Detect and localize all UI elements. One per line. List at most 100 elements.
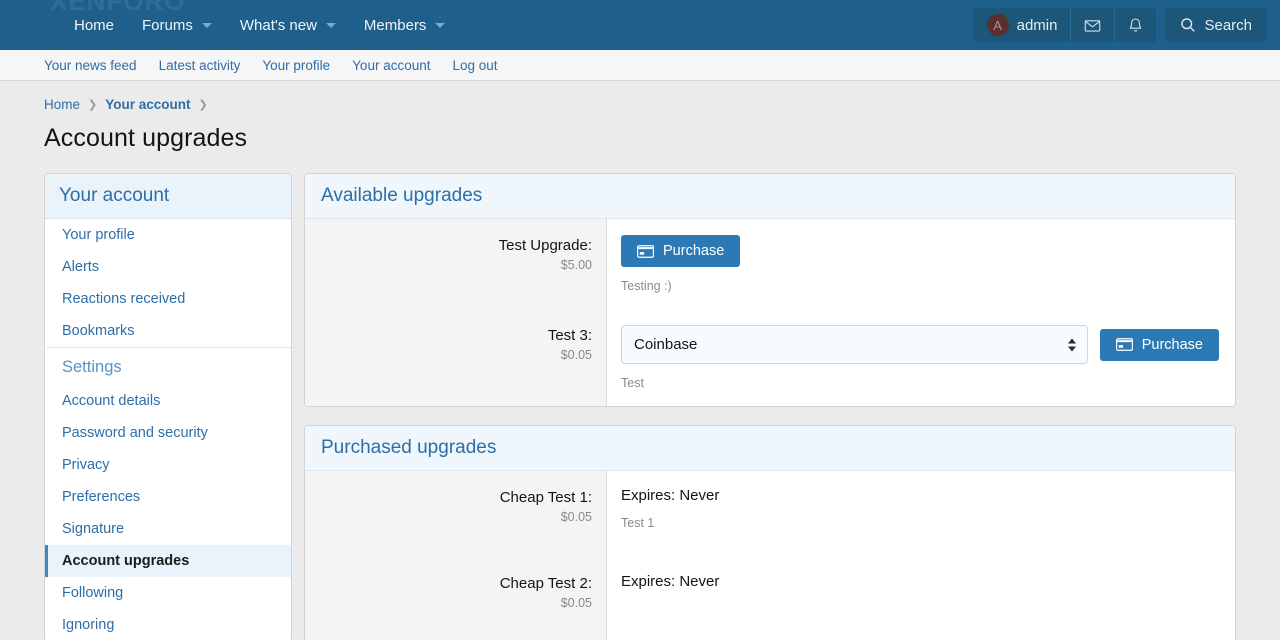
breadcrumb-item-home[interactable]: Home [44, 97, 80, 112]
sidebar-item-label: Reactions received [62, 291, 185, 307]
chevron-down-icon[interactable] [202, 23, 212, 28]
visitor-menu-group: A admin [974, 8, 1157, 42]
sidebar-item-label: Preferences [62, 489, 140, 505]
purchased-body-cell: Expires: Never Test 1 [607, 471, 1235, 546]
search-button[interactable]: Search [1166, 8, 1266, 42]
sidebar-item-your-profile[interactable]: Your profile [45, 219, 291, 251]
envelope-icon [1084, 17, 1101, 34]
purchased-price: $0.05 [315, 596, 592, 610]
sidebar-item-label: Ignoring [62, 617, 114, 633]
purchase-button-label: Purchase [1142, 337, 1203, 353]
credit-card-icon [1116, 338, 1133, 351]
sidebar-item-reactions-received[interactable]: Reactions received [45, 283, 291, 315]
page-title: Account upgrades [44, 124, 1236, 153]
upgrade-body-cell: Coinbase Purchase [607, 309, 1235, 406]
upgrade-price: $0.05 [315, 348, 592, 362]
purchased-name: Cheap Test 1: [315, 489, 592, 506]
username-label: admin [1017, 17, 1058, 34]
search-label: Search [1204, 17, 1252, 34]
upgrade-name: Test 3: [315, 327, 592, 344]
sidebar-item-label: Following [62, 585, 123, 601]
purchased-upgrades-title: Purchased upgrades [305, 426, 1235, 471]
sidebar-item-alerts[interactable]: Alerts [45, 251, 291, 283]
purchased-row-cheap-test-1: Cheap Test 1: $0.05 Expires: Never Test … [305, 471, 1235, 557]
payment-profile-select[interactable]: Coinbase [621, 325, 1088, 364]
sidebar-item-label: Bookmarks [62, 323, 135, 339]
upgrade-label-cell: Test Upgrade: $5.00 [305, 219, 607, 309]
sidebar-item-password-and-security[interactable]: Password and security [45, 417, 291, 449]
available-upgrades-panel: Available upgrades Test Upgrade: $5.00 P… [304, 173, 1236, 407]
sidebar-item-label: Alerts [62, 259, 99, 275]
sidebar-title: Your account [45, 174, 291, 219]
subnav-item-latest-activity[interactable]: Latest activity [159, 58, 241, 73]
expiry-label: Expires: Never [621, 487, 1219, 504]
subnav-item-your-profile[interactable]: Your profile [262, 58, 330, 73]
bell-icon [1128, 17, 1143, 34]
sidebar-item-following[interactable]: Following [45, 577, 291, 609]
payment-method-row: Coinbase Purchase [621, 325, 1219, 364]
purchase-button-label: Purchase [663, 243, 724, 259]
main-column: Available upgrades Test Upgrade: $5.00 P… [304, 173, 1236, 640]
purchased-description: Test 1 [621, 516, 1219, 530]
sidebar-item-privacy[interactable]: Privacy [45, 449, 291, 481]
site-logo[interactable]: XENFORO [50, 0, 186, 17]
sidebar-item-label: Password and security [62, 425, 208, 441]
sidebar-item-ignoring[interactable]: Ignoring [45, 609, 291, 640]
nav-item-label: Home [74, 17, 114, 34]
upgrade-description: Test [621, 376, 1219, 390]
subnav-item-your-account[interactable]: Your account [352, 58, 430, 73]
breadcrumb-separator-icon: ❯ [88, 98, 97, 111]
upgrade-description: Testing :) [621, 279, 1219, 293]
navbar-right-group: A admin Search [974, 8, 1280, 42]
upgrade-row-test-upgrade: Test Upgrade: $5.00 Purchase Testing :) [305, 219, 1235, 309]
breadcrumb-separator-icon: ❯ [199, 98, 208, 111]
upgrade-row-test-3: Test 3: $0.05 Coinbase [305, 309, 1235, 406]
page-header: Home ❯ Your account ❯ Account upgrades [0, 81, 1280, 153]
purchased-price: $0.05 [315, 510, 592, 524]
sidebar-item-label: Settings [62, 358, 122, 376]
credit-card-icon [637, 245, 654, 258]
upgrade-label-cell: Test 3: $0.05 [305, 309, 607, 406]
purchased-body-cell: Expires: Never [607, 557, 1235, 606]
nav-item-label: Forums [142, 17, 193, 34]
sidebar-item-signature[interactable]: Signature [45, 513, 291, 545]
upgrade-name: Test Upgrade: [315, 237, 592, 254]
purchased-row-cheap-test-2: Cheap Test 2: $0.05 Expires: Never [305, 557, 1235, 640]
sidebar-item-label: Signature [62, 521, 124, 537]
nav-item-label: Members [364, 17, 427, 34]
sidebar-item-label: Account upgrades [62, 553, 189, 569]
secondary-navigation: Your news feed Latest activity Your prof… [0, 50, 1280, 81]
breadcrumb-item-your-account[interactable]: Your account [105, 97, 190, 112]
purchase-button[interactable]: Purchase [621, 235, 740, 267]
available-upgrades-title: Available upgrades [305, 174, 1235, 219]
inbox-button[interactable] [1070, 8, 1114, 42]
sidebar-item-label: Privacy [62, 457, 110, 473]
alerts-button[interactable] [1114, 8, 1156, 42]
purchased-upgrades-panel: Purchased upgrades Cheap Test 1: $0.05 E… [304, 425, 1236, 640]
subnav-item-news-feed[interactable]: Your news feed [44, 58, 137, 73]
upgrade-body-cell: Purchase Testing :) [607, 219, 1235, 309]
purchased-name: Cheap Test 2: [315, 575, 592, 592]
sidebar-item-label: Your profile [62, 227, 135, 243]
sidebar-section-settings[interactable]: Settings [45, 347, 291, 385]
sidebar-item-label: Account details [62, 393, 160, 409]
search-icon [1180, 17, 1196, 33]
nav-item-whats-new[interactable]: What's new [226, 0, 350, 50]
purchased-label-cell: Cheap Test 1: $0.05 [305, 471, 607, 557]
upgrade-price: $5.00 [315, 258, 592, 272]
sidebar-item-account-details[interactable]: Account details [45, 385, 291, 417]
sidebar-item-preferences[interactable]: Preferences [45, 481, 291, 513]
purchased-label-cell: Cheap Test 2: $0.05 [305, 557, 607, 640]
chevron-down-icon[interactable] [435, 23, 445, 28]
breadcrumb: Home ❯ Your account ❯ [44, 97, 1236, 112]
sidebar-item-account-upgrades[interactable]: Account upgrades [45, 545, 291, 577]
sidebar-item-bookmarks[interactable]: Bookmarks [45, 315, 291, 347]
nav-item-members[interactable]: Members [350, 0, 460, 50]
purchase-button[interactable]: Purchase [1100, 329, 1219, 361]
avatar: A [987, 14, 1009, 36]
chevron-down-icon[interactable] [326, 23, 336, 28]
subnav-item-log-out[interactable]: Log out [452, 58, 497, 73]
nav-item-label: What's new [240, 17, 317, 34]
top-navigation-bar: XENFORO Home Forums What's new Members A… [0, 0, 1280, 50]
user-menu-button[interactable]: A admin [974, 8, 1071, 42]
